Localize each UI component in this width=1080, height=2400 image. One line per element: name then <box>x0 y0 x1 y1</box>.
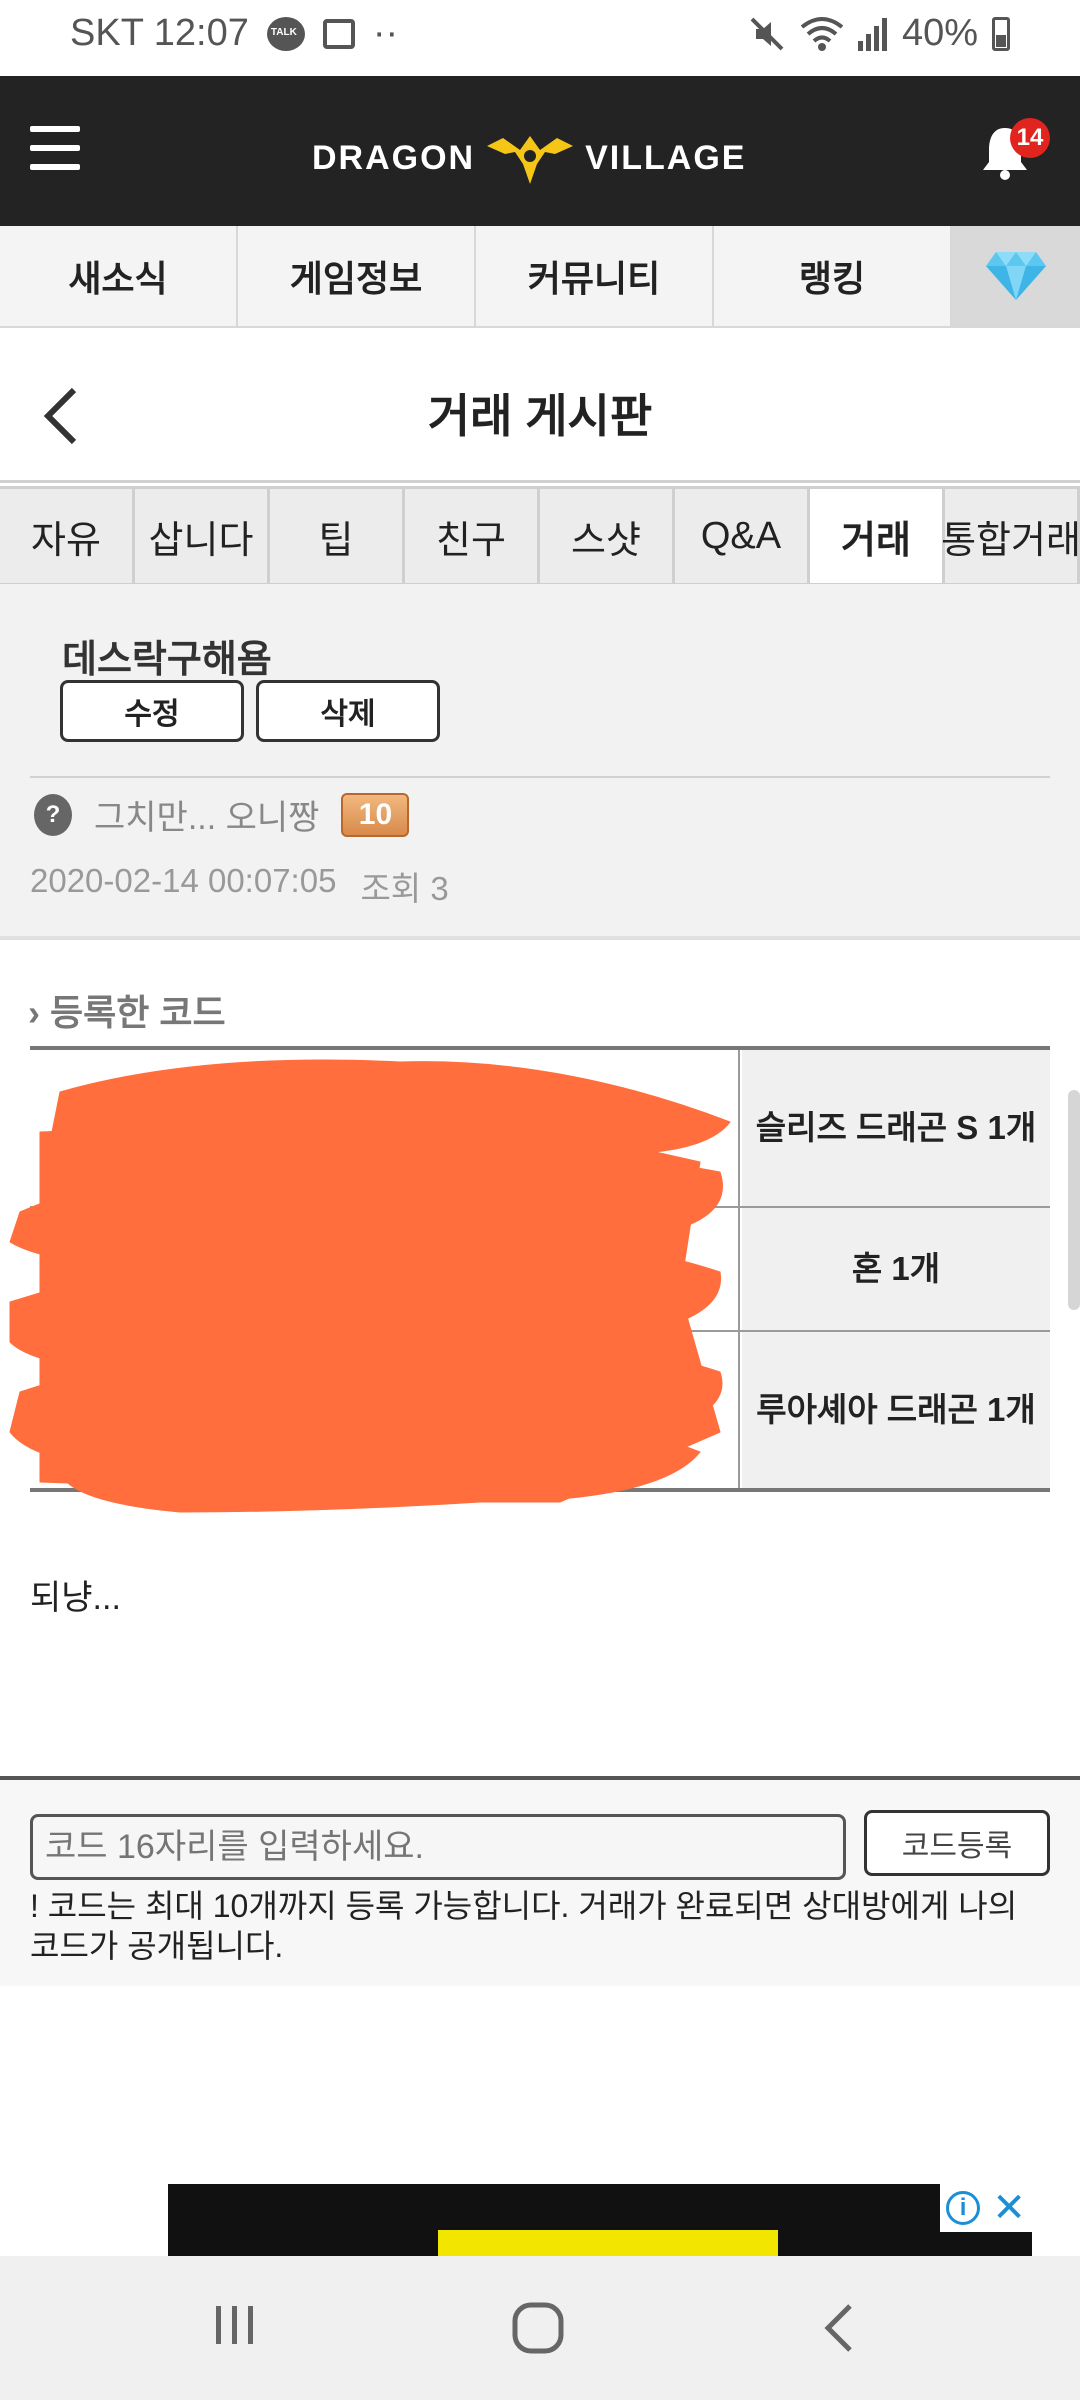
main-nav: 새소식 게임정보 커뮤니티 랭킹 <box>0 226 1080 328</box>
registered-codes-label: › 등록한 코드 <box>28 992 226 1033</box>
battery-icon <box>992 16 1010 51</box>
registered-codes-text: 등록한 코드 <box>50 992 226 1033</box>
wifi-icon <box>800 16 844 51</box>
ad-banner[interactable] <box>168 2184 1032 2256</box>
mute-icon <box>750 17 784 50</box>
code-input[interactable] <box>30 1814 846 1880</box>
signal-icon <box>857 17 887 51</box>
diamond-icon <box>986 252 1046 300</box>
image-notification-icon <box>322 18 355 49</box>
tab-tip[interactable]: 팁 <box>270 489 405 583</box>
logo-text-left: DRAGON <box>312 138 476 177</box>
page-title-bar: 거래 게시판 <box>0 328 1080 483</box>
redaction-scribble <box>9 1059 731 1513</box>
question-avatar-icon: ? <box>34 793 72 836</box>
post-meta: 2020-02-14 00:07:05 조회 3 <box>30 862 449 910</box>
tab-trade[interactable]: 거래 <box>810 489 945 583</box>
view-count: 조회 3 <box>360 870 449 907</box>
talk-notification-icon: TALK <box>266 16 305 51</box>
tab-qna[interactable]: Q&A <box>675 489 810 583</box>
info-icon[interactable]: i <box>946 2191 981 2225</box>
code-note: ! 코드는 최대 10개까지 등록 가능합니다. 거래가 완료되면 상대방에게 … <box>30 1888 1018 1964</box>
post-body: 되냥... <box>30 1579 121 1617</box>
tab-integrated-trade[interactable]: 통합거래 <box>941 489 1080 583</box>
item-cell: 루아셰아 드래곤 1개 <box>742 1332 1050 1488</box>
back-nav-icon[interactable] <box>820 2300 860 2356</box>
board-tabs: 자유 삽니다 팁 친구 스샷 Q&A 거래 통합거래 <box>0 486 1080 586</box>
ad-graphic <box>438 2230 778 2256</box>
dragon-emblem-icon <box>487 136 574 184</box>
item-cell: 슬리즈 드래곤 S 1개 <box>742 1050 1050 1206</box>
post-date: 2020-02-14 00:07:05 <box>30 862 337 899</box>
post-header: 데스락구해욤 수정 삭제 ? 그치만... 오니짱 10 2020-02-14 … <box>0 584 1080 940</box>
nav-ranking[interactable]: 랭킹 <box>714 226 952 326</box>
delete-button[interactable]: 삭제 <box>256 680 440 742</box>
item-cell: 혼 1개 <box>742 1208 1050 1330</box>
author-row: ? 그치만... 오니짱 10 <box>34 790 410 839</box>
ad-controls: i ✕ <box>940 2184 1032 2232</box>
status-left: SKT 12:07 TALK ·· <box>70 12 398 55</box>
carrier-time: SKT 12:07 <box>70 12 249 54</box>
app-header: DRAGON VILLAGE 14 <box>0 76 1080 226</box>
menu-icon[interactable] <box>30 126 80 170</box>
nav-community[interactable]: 커뮤니티 <box>476 226 714 326</box>
divider <box>30 776 1050 778</box>
recent-apps-icon[interactable] <box>210 2300 260 2350</box>
system-nav-bar <box>0 2256 1080 2400</box>
notification-badge: 14 <box>1010 118 1050 158</box>
status-right: 40% <box>748 12 1010 55</box>
dragon-village-logo[interactable]: DRAGON VILLAGE <box>312 128 746 188</box>
code-entry-section: 코드등록 ! 코드는 최대 10개까지 등록 가능합니다. 거래가 완료되면 상… <box>0 1776 1080 1986</box>
home-icon[interactable] <box>510 2300 566 2356</box>
nav-game-info[interactable]: 게임정보 <box>238 226 476 326</box>
tab-screenshot[interactable]: 스샷 <box>540 489 675 583</box>
close-icon[interactable]: ✕ <box>992 2188 1026 2228</box>
tab-friend[interactable]: 친구 <box>405 489 540 583</box>
edit-button[interactable]: 수정 <box>60 680 244 742</box>
tab-buy[interactable]: 삽니다 <box>135 489 270 583</box>
more-dots: ·· <box>372 12 399 54</box>
logo-text-right: VILLAGE <box>585 138 747 177</box>
level-badge: 10 <box>341 792 410 837</box>
page-title: 거래 게시판 <box>427 390 653 442</box>
post-title: 데스락구해욤 <box>62 639 272 681</box>
status-bar: SKT 12:07 TALK ·· 40% <box>0 0 1080 76</box>
register-code-button[interactable]: 코드등록 <box>864 1810 1050 1876</box>
talk-badge: TALK <box>270 26 297 38</box>
nav-gem[interactable] <box>952 226 1080 326</box>
scroll-indicator[interactable] <box>1068 1090 1080 1310</box>
battery-percent: 40% <box>901 12 978 54</box>
author-name[interactable]: 그치만... 오니짱 <box>94 790 319 839</box>
tab-free[interactable]: 자유 <box>0 489 135 583</box>
nav-news[interactable]: 새소식 <box>0 226 238 326</box>
